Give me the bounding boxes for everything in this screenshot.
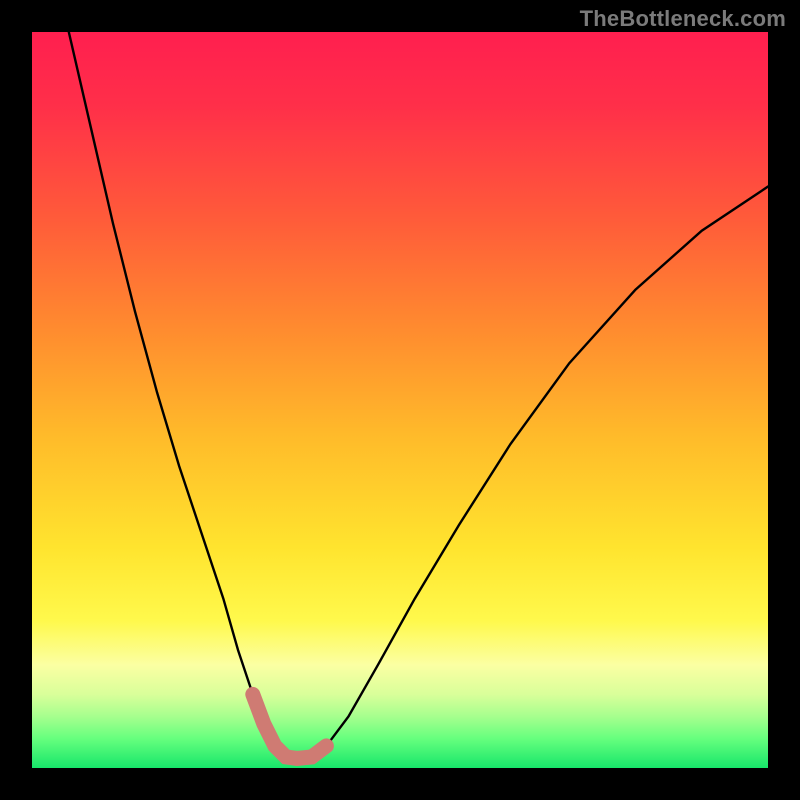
plot-area: [32, 32, 768, 768]
watermark-text: TheBottleneck.com: [580, 6, 786, 32]
chart-frame: TheBottleneck.com: [0, 0, 800, 800]
bottleneck-curve: [32, 32, 768, 768]
